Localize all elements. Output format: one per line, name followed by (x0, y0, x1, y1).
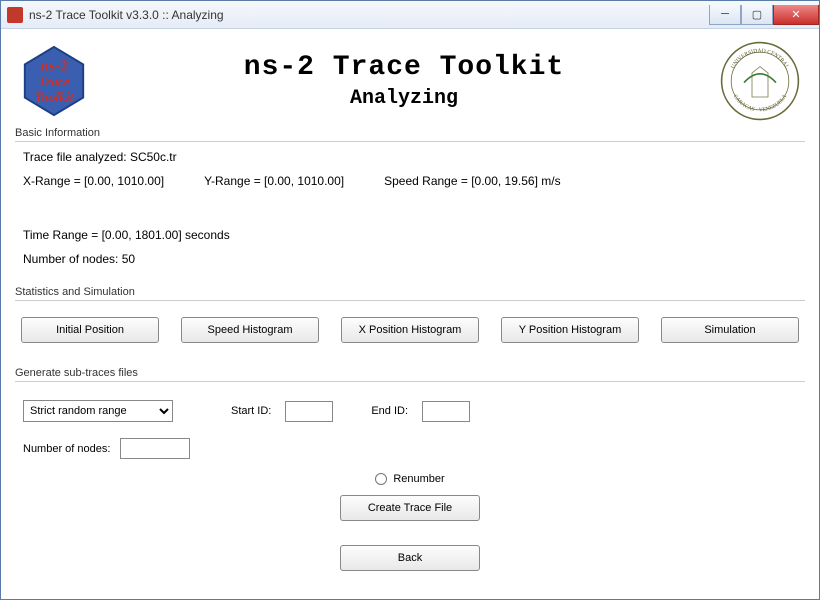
title-block: ns-2 Trace Toolkit Analyzing (93, 52, 715, 110)
y-range-text: Y-Range = [0.00, 1010.00] (204, 174, 344, 188)
end-id-label: End ID: (371, 405, 408, 417)
mode-select[interactable]: Strict random range (23, 400, 173, 422)
basic-info-label: Basic Information (15, 127, 805, 139)
app-window: ns-2 Trace Toolkit v3.3.0 :: Analyzing ─… (0, 0, 820, 600)
time-range-text: Time Range = [0.00, 1801.00] seconds (23, 228, 230, 242)
create-trace-file-button[interactable]: Create Trace File (340, 495, 480, 521)
university-seal: UNIVERSIDAD CENTRAL CARACAS - VENEZUELA (715, 41, 805, 121)
svg-text:Toolkit: Toolkit (35, 89, 75, 104)
divider (15, 300, 805, 301)
speed-range-text: Speed Range = [0.00, 19.56] m/s (384, 174, 560, 188)
num-nodes-text: Number of nodes: 50 (23, 252, 797, 266)
basic-info-block: Trace file analyzed: SC50c.tr X-Range = … (15, 150, 805, 272)
page-subtitle: Analyzing (93, 87, 715, 110)
x-range-text: X-Range = [0.00, 1010.00] (23, 174, 164, 188)
svg-text:ns-2: ns-2 (40, 57, 68, 74)
subtrace-block: Strict random range Start ID: End ID: Nu… (15, 390, 805, 571)
initial-position-button[interactable]: Initial Position (21, 317, 159, 343)
num-nodes-input[interactable] (120, 438, 190, 459)
end-id-input[interactable] (422, 401, 470, 422)
stats-label: Statistics and Simulation (15, 286, 805, 298)
minimize-button[interactable]: ─ (709, 5, 741, 25)
y-position-histogram-button[interactable]: Y Position Histogram (501, 317, 639, 343)
speed-histogram-button[interactable]: Speed Histogram (181, 317, 319, 343)
svg-text:Trace: Trace (38, 74, 70, 89)
start-id-input[interactable] (285, 401, 333, 422)
divider (15, 381, 805, 382)
trace-file-text: Trace file analyzed: SC50c.tr (23, 150, 797, 164)
app-logo: ns-2 Trace Toolkit (15, 45, 93, 117)
app-icon (7, 7, 23, 23)
stats-button-row: Initial Position Speed Histogram X Posit… (15, 309, 805, 357)
titlebar: ns-2 Trace Toolkit v3.3.0 :: Analyzing ─… (1, 1, 819, 29)
window-controls: ─ ▢ ✕ (709, 5, 819, 25)
divider (15, 141, 805, 142)
content-area: ns-2 Trace Toolkit ns-2 Trace Toolkit An… (1, 29, 819, 599)
subtrace-label: Generate sub-traces files (15, 367, 805, 379)
header-row: ns-2 Trace Toolkit ns-2 Trace Toolkit An… (15, 39, 805, 123)
start-id-label: Start ID: (231, 405, 271, 417)
close-button[interactable]: ✕ (773, 5, 819, 25)
renumber-label: Renumber (393, 473, 444, 485)
maximize-button[interactable]: ▢ (741, 5, 773, 25)
page-title: ns-2 Trace Toolkit (93, 52, 715, 83)
num-nodes-label: Number of nodes: (23, 443, 110, 455)
back-button[interactable]: Back (340, 545, 480, 571)
window-title: ns-2 Trace Toolkit v3.3.0 :: Analyzing (29, 8, 709, 22)
simulation-button[interactable]: Simulation (661, 317, 799, 343)
x-position-histogram-button[interactable]: X Position Histogram (341, 317, 479, 343)
renumber-radio[interactable] (375, 473, 387, 485)
